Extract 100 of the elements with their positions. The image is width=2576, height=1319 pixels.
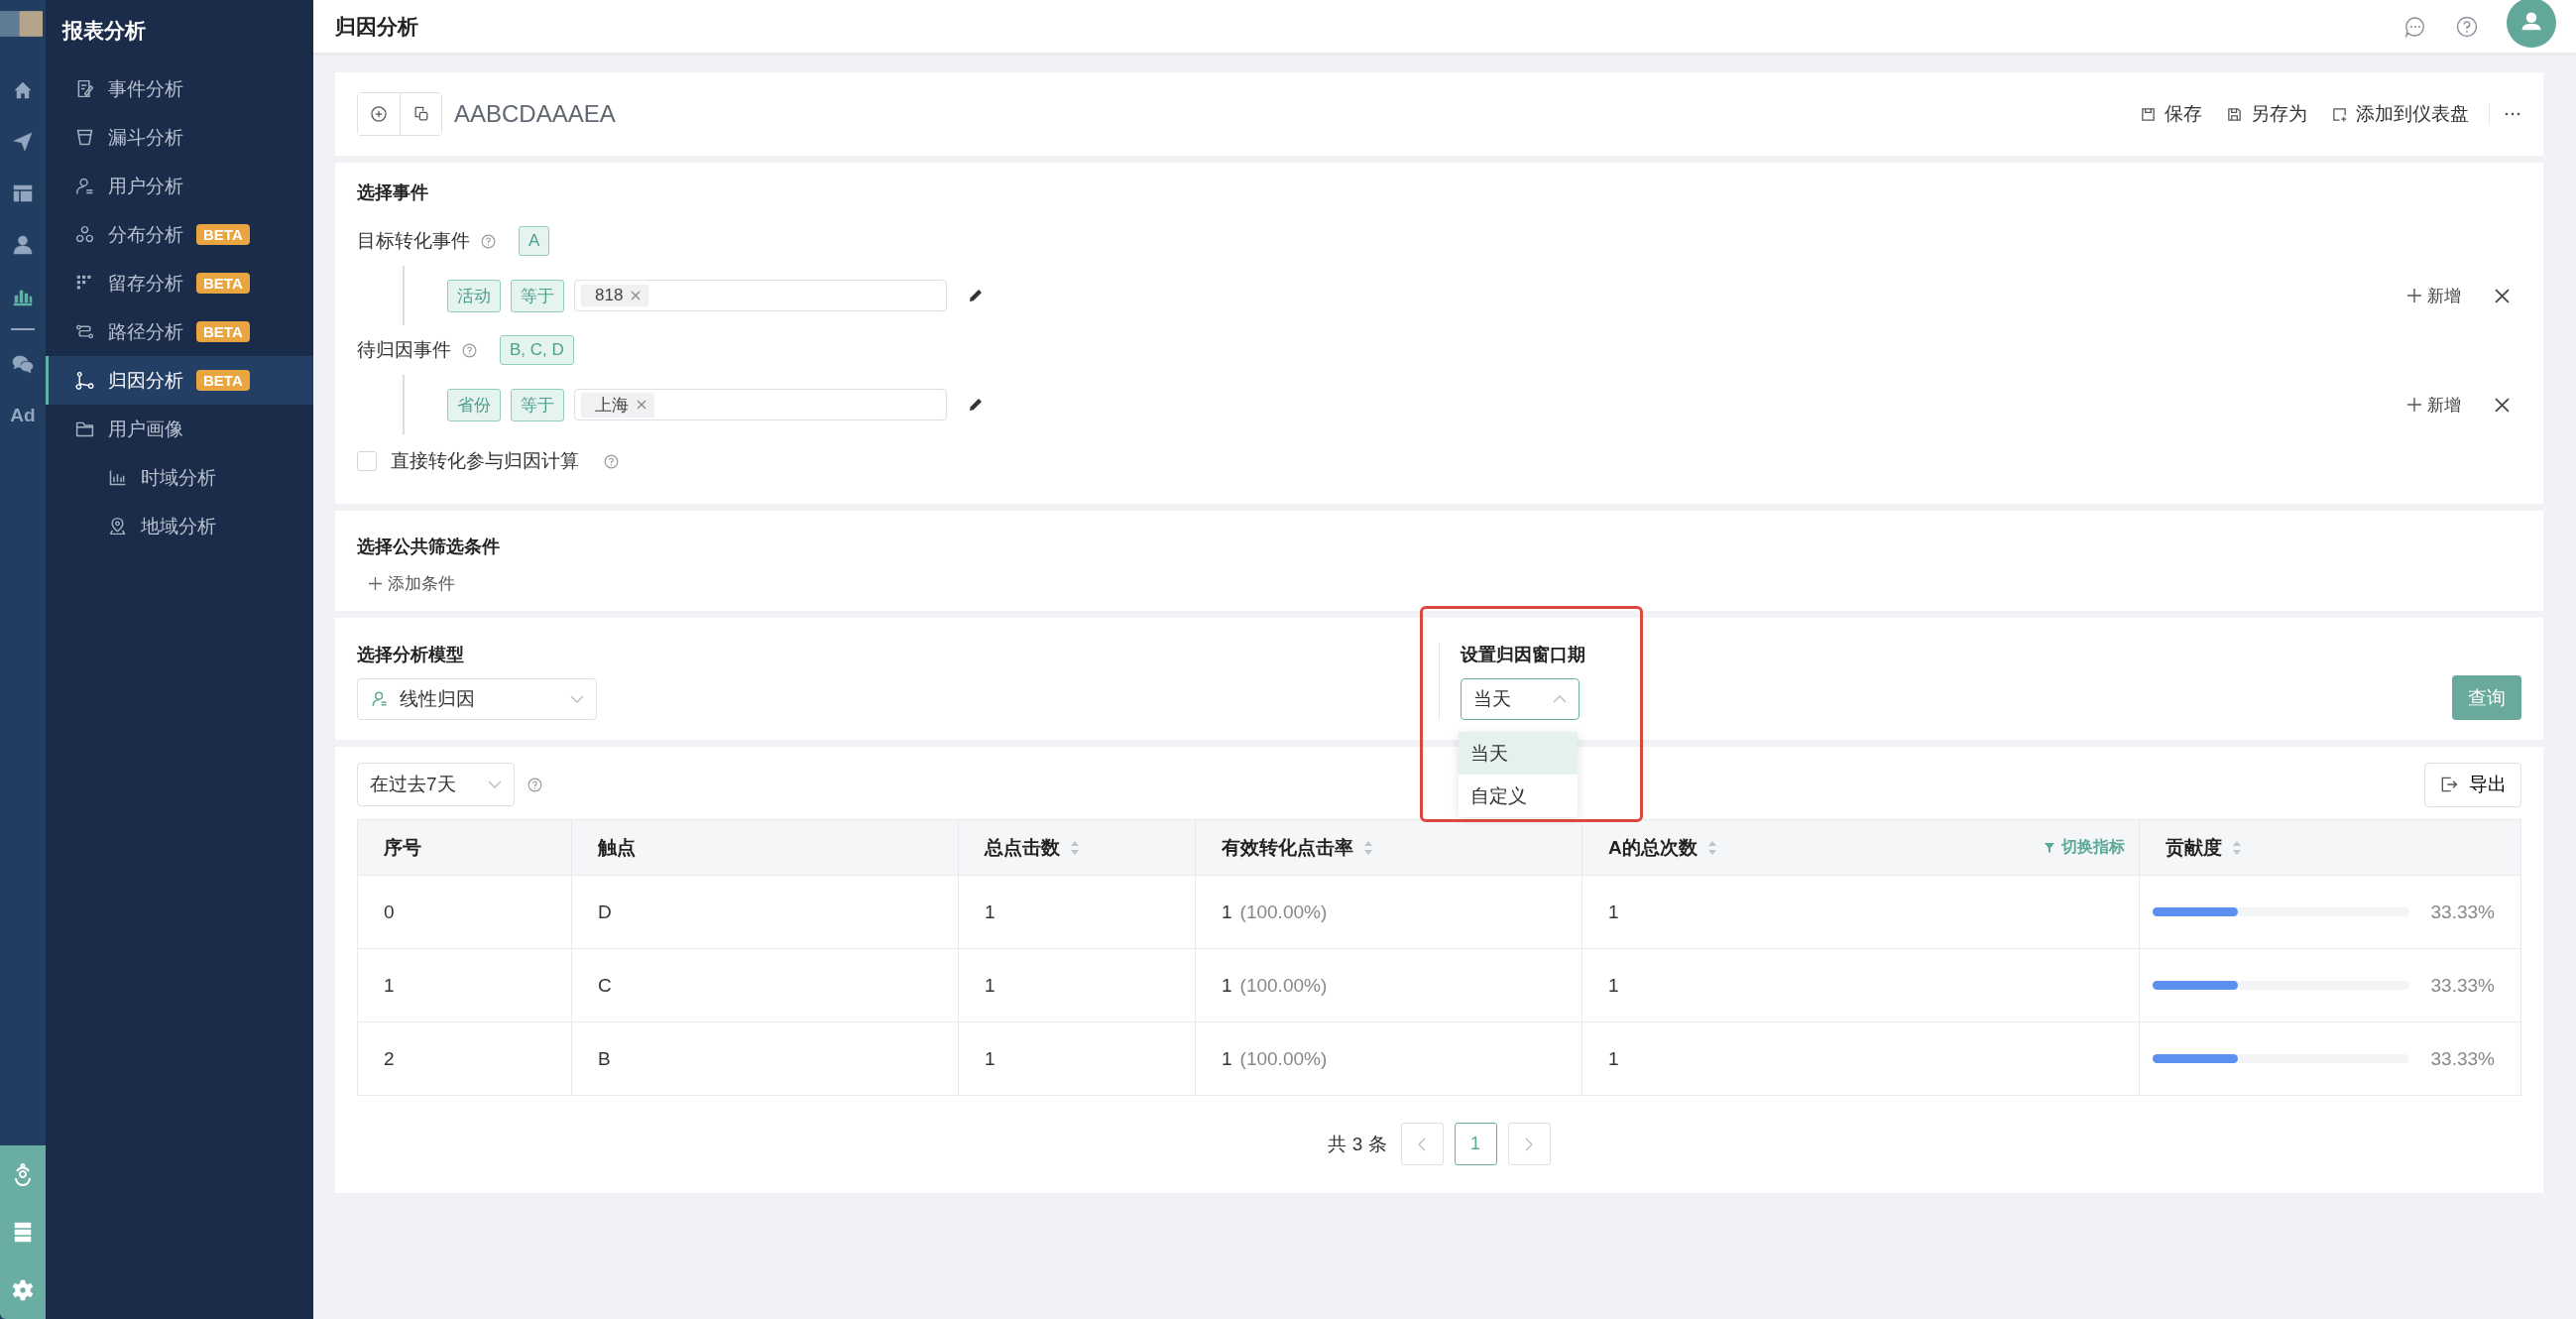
plus-icon [2407, 289, 2421, 302]
help-icon[interactable] [2455, 14, 2479, 39]
save-as-icon [2226, 105, 2243, 123]
column-header: 触点 [598, 835, 636, 860]
value-field[interactable]: 上海 [574, 389, 947, 420]
more-icon[interactable] [2504, 111, 2521, 117]
sidebar-item[interactable]: 漏斗分析 [46, 113, 313, 162]
total-count: 共 3 条 [1328, 1132, 1387, 1156]
branch-icon [74, 370, 95, 391]
column-header: 总点击数 [985, 834, 1080, 861]
table-cell: 1 [985, 974, 995, 997]
table-cell: 2 [384, 1047, 395, 1070]
contribution-value: 33.33% [2430, 900, 2495, 923]
table-cell: 1 [985, 900, 995, 923]
logo-icon [0, 11, 43, 37]
server-icon[interactable] [11, 1220, 35, 1245]
contribution-value: 33.33% [2430, 974, 2495, 997]
pin-icon [107, 516, 128, 537]
report-name: AABCDAAAEA [454, 100, 616, 128]
contribution-value: 33.33% [2430, 1047, 2495, 1070]
table-cell: C [598, 974, 612, 997]
chat-icon[interactable] [11, 352, 35, 376]
save-as-button[interactable]: 另存为 [2226, 101, 2307, 127]
chevron-left-icon [1418, 1137, 1427, 1151]
add-button[interactable]: 新增 [2407, 393, 2461, 417]
person-icon [370, 689, 390, 709]
settings-icon[interactable] [11, 1277, 35, 1302]
remove-icon[interactable] [631, 291, 642, 300]
table-cell: 1 [384, 974, 395, 997]
table-cell: 1 [1222, 900, 1232, 923]
layout-icon[interactable] [11, 181, 35, 205]
percentage-text: (100.00%) [1239, 974, 1328, 997]
pencil-icon[interactable] [967, 287, 985, 304]
beta-badge: BETA [196, 224, 250, 245]
checkbox[interactable] [357, 451, 377, 471]
add-button[interactable]: 新增 [2407, 284, 2461, 307]
close-icon[interactable] [2495, 288, 2510, 303]
date-range-select[interactable]: 在过去7天 [357, 763, 515, 806]
checkbox-label: 直接转化参与归因计算 [391, 449, 579, 473]
sidebar-subitem[interactable]: 时域分析 [46, 453, 313, 502]
help-icon[interactable] [461, 341, 478, 359]
column-header: 有效转化点击率 [1222, 834, 1373, 861]
remove-icon[interactable] [637, 400, 646, 410]
section-title: 选择事件 [357, 181, 429, 204]
sidebar-item[interactable]: 归因分析 BETA [46, 356, 313, 405]
table-cell: 0 [384, 900, 395, 923]
sort-icon[interactable] [1363, 839, 1373, 856]
column-header: 贡献度 [2166, 834, 2242, 861]
pencil-icon[interactable] [967, 396, 985, 414]
dropdown-option[interactable]: 自定义 [1459, 775, 1578, 817]
add-condition-button[interactable]: 添加条件 [357, 572, 455, 595]
table-cell: B [598, 1047, 611, 1070]
percentage-text: (100.00%) [1239, 900, 1328, 923]
page-title: 归因分析 [335, 13, 418, 40]
user-icon[interactable] [11, 233, 35, 257]
sidebar-item[interactable]: 路径分析 BETA [46, 307, 313, 356]
sidebar-item[interactable]: 事件分析 [46, 64, 313, 113]
model-select[interactable]: 线性归因 [357, 678, 597, 720]
dashboard-button[interactable]: 添加到仪表盘 [2331, 101, 2469, 127]
avatar-icon[interactable] [2507, 0, 2556, 48]
sidebar-item[interactable]: 用户画像 [46, 405, 313, 453]
table-cell: D [598, 900, 612, 923]
sidebar-title: 报表分析 [60, 18, 147, 44]
table-cell: 1 [985, 1047, 995, 1070]
dropdown-option[interactable]: 当天 [1459, 732, 1578, 775]
sort-icon[interactable] [1706, 839, 1717, 856]
event-label: 待归因事件 [357, 338, 451, 362]
close-icon[interactable] [2495, 397, 2510, 413]
help-icon[interactable] [603, 452, 620, 470]
save-button[interactable]: 保存 [2140, 101, 2202, 127]
table-cell: 1 [1608, 900, 1619, 923]
sidebar-subitem[interactable]: 地域分析 [46, 502, 313, 550]
copy-button[interactable] [400, 93, 441, 135]
funnel-icon [74, 127, 95, 148]
person-icon [74, 176, 95, 196]
section-title: 设置归因窗口期 [1461, 644, 1585, 666]
sort-icon[interactable] [2232, 839, 2242, 856]
help-icon[interactable] [480, 232, 497, 250]
window-select[interactable]: 当天 [1461, 678, 1580, 720]
send-icon[interactable] [11, 130, 35, 154]
value-chip[interactable]: 818 [581, 285, 649, 306]
value-field[interactable]: 818 [574, 280, 947, 311]
sort-icon[interactable] [1070, 839, 1080, 856]
ad-icon[interactable]: Ad [10, 402, 36, 429]
sidebar-item[interactable]: 留存分析 BETA [46, 259, 313, 307]
filter-icon [2044, 841, 2055, 854]
export-button[interactable]: 导出 [2424, 762, 2521, 807]
help-icon[interactable] [527, 776, 543, 793]
sidebar-item[interactable]: 用户分析 [46, 162, 313, 210]
caret-icon [1553, 695, 1567, 703]
value-chip[interactable]: 上海 [581, 392, 654, 418]
section-title: 选择分析模型 [357, 644, 465, 666]
sidebar-item[interactable]: 分布分析 BETA [46, 210, 313, 259]
chevron-right-icon [1525, 1137, 1534, 1151]
table-cell: 1 [1608, 1047, 1619, 1070]
plus-circle-icon [369, 104, 389, 124]
column-header: 序号 [384, 835, 421, 860]
table-cell: 1 [1222, 1047, 1232, 1070]
chat-icon[interactable] [2403, 14, 2427, 39]
plus-icon [2407, 398, 2421, 412]
